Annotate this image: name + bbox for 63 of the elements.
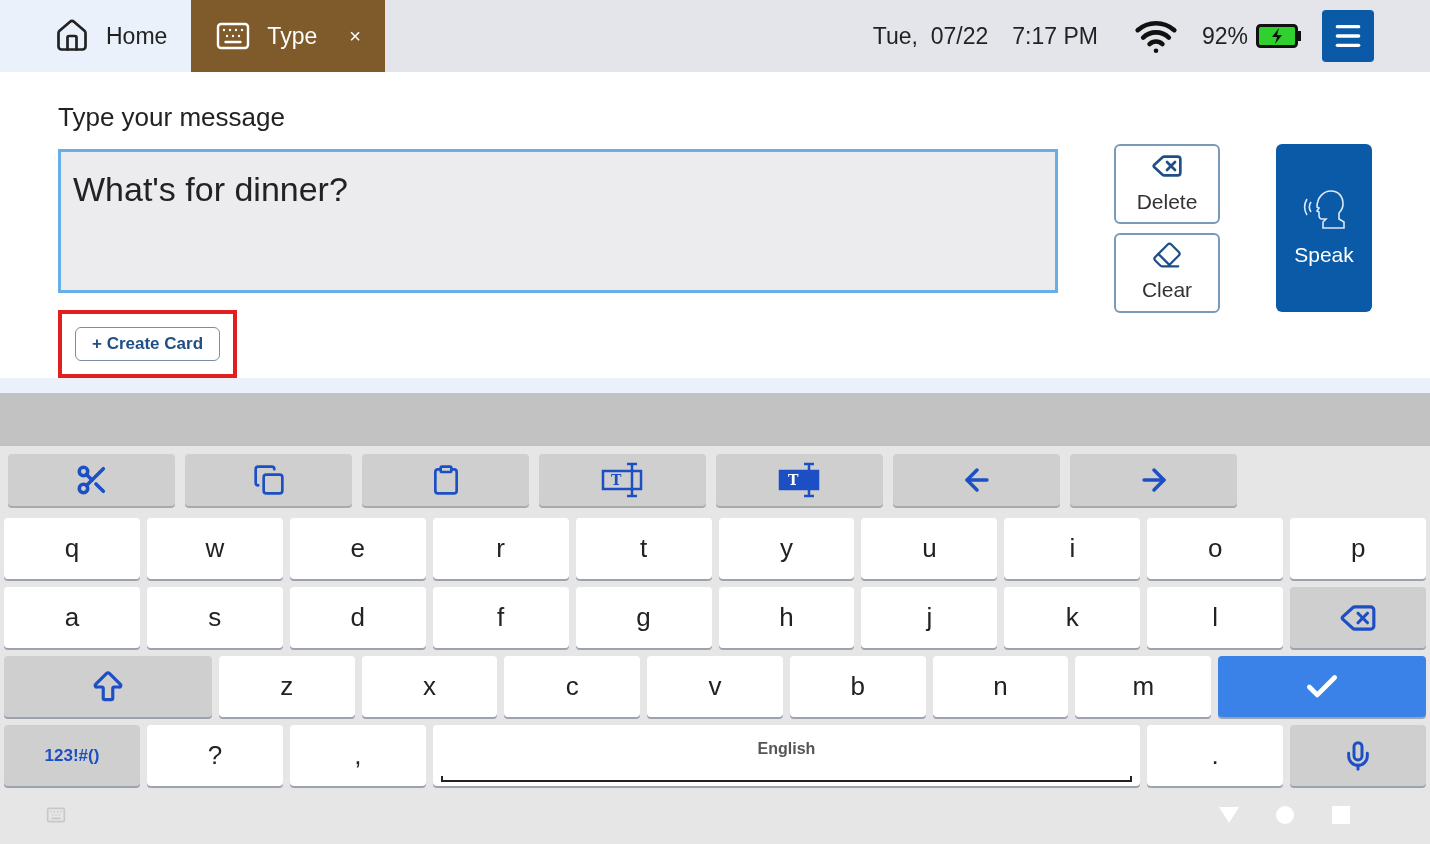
select-button[interactable]: T [539,454,706,506]
key[interactable]: h [718,587,855,648]
menu-button[interactable] [1322,10,1374,62]
key[interactable]: m [1075,656,1212,717]
home-circle-icon [1276,806,1294,824]
key[interactable]: k [1004,587,1141,648]
key[interactable]: g [575,587,712,648]
key[interactable]: z [218,656,355,717]
key[interactable]: u [861,518,998,579]
key[interactable]: v [647,656,783,717]
key[interactable]: f [432,587,569,648]
key[interactable]: y [718,518,855,579]
key[interactable]: e [289,518,426,579]
key[interactable]: l [1147,587,1284,648]
right-button[interactable] [1070,454,1237,506]
key[interactable]: b [789,656,926,717]
shift-key[interactable] [4,656,212,717]
battery-level: 92% [1201,21,1248,51]
speak-button[interactable]: Speak [1276,144,1372,312]
battery-icon [1256,24,1302,48]
space-key[interactable]: English [432,725,1141,786]
key[interactable]: r [432,518,569,579]
key[interactable]: o [1147,518,1284,579]
recents-icon [1332,806,1350,824]
key[interactable]: n [932,656,1069,717]
key[interactable]: p [1290,518,1427,579]
key[interactable]: t [575,518,712,579]
message-label: Type your message [58,101,286,134]
key[interactable]: w [146,518,283,579]
key[interactable]: . [1147,725,1284,786]
home-icon [54,18,90,54]
key[interactable]: ? [147,725,283,786]
copy-button[interactable] [185,454,352,506]
key[interactable]: c [504,656,641,717]
microphone-key[interactable] [1290,725,1426,786]
tab[interactable]: Type × [191,0,385,72]
key[interactable]: a [4,587,140,648]
key[interactable]: d [289,587,426,648]
back-icon [1218,806,1240,824]
symbols-key[interactable]: 123!#() [4,725,140,786]
left-button[interactable] [893,454,1060,506]
close-tab-button[interactable]: × [349,21,361,51]
key[interactable]: , [289,725,426,786]
select-all-button[interactable]: T [716,454,883,506]
delete-button[interactable]: Delete [1114,144,1220,224]
key[interactable]: s [146,587,283,648]
key[interactable]: j [861,587,998,648]
tab-label: Home [106,21,168,51]
backspace-key[interactable] [1290,587,1427,648]
tab[interactable]: Home [0,0,192,72]
create-card-button[interactable]: + Create Card [75,327,221,361]
cut-button[interactable] [8,454,175,506]
paste-button[interactable] [362,454,529,506]
key[interactable]: x [361,656,498,717]
clear-button[interactable]: Clear [1114,233,1220,313]
key[interactable]: i [1004,518,1141,579]
time: 7:17 PM [1012,21,1098,51]
keyboard-icon [46,805,66,825]
message-field[interactable]: What's for dinner? [58,149,1058,293]
copy-icon [252,464,285,496]
date: Tue, 07/22 [872,21,989,51]
tab-label: Type [267,21,318,51]
key[interactable]: q [4,518,140,579]
